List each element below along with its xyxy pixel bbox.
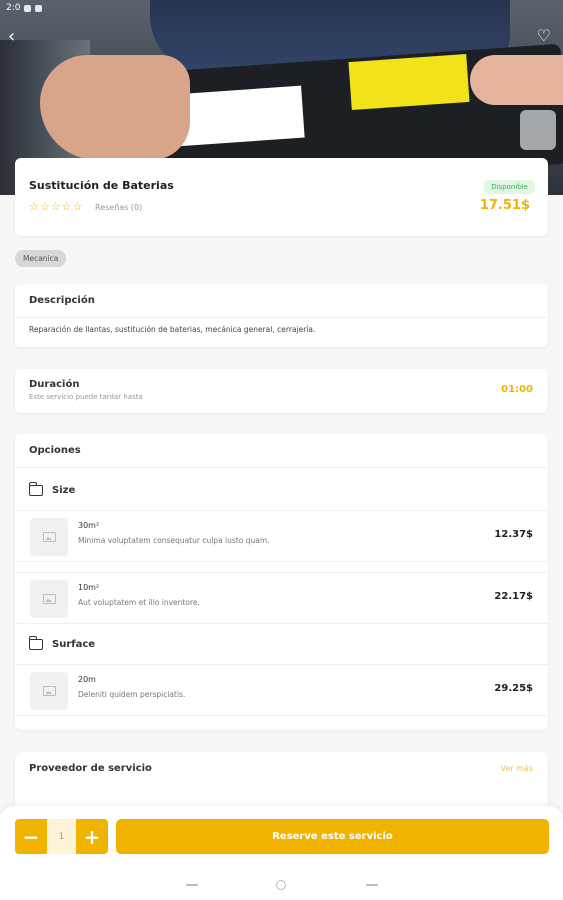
nav-back-icon[interactable] bbox=[186, 884, 198, 886]
battery-terminal bbox=[520, 110, 556, 150]
folder-icon bbox=[28, 482, 43, 496]
option-name: 30m² bbox=[78, 521, 100, 530]
image-placeholder-icon bbox=[30, 672, 68, 710]
service-price: 17.51$ bbox=[479, 198, 530, 213]
description-title: Descripción bbox=[29, 295, 95, 306]
option-price: 12.37$ bbox=[494, 529, 533, 540]
options-title: Opciones bbox=[29, 445, 81, 456]
folder-icon bbox=[28, 636, 43, 650]
option-description: Deleniti quidem perspiciatis. bbox=[78, 690, 186, 699]
description-text: Reparación de llantas, sustitución de ba… bbox=[29, 325, 316, 334]
reserve-button[interactable]: Reserve este servicio bbox=[116, 819, 549, 854]
battery-label-white bbox=[173, 85, 305, 147]
option-description: Minima voluptatem consequatur culpa iust… bbox=[78, 536, 270, 545]
status-bar: 2:0 bbox=[0, 0, 563, 16]
notification-icon bbox=[24, 4, 32, 12]
option-name: 20m bbox=[78, 675, 96, 684]
duration-title: Duración bbox=[29, 379, 80, 390]
option-item[interactable]: 30m² Minima voluptatem consequatur culpa… bbox=[15, 510, 548, 562]
quantity-stepper: − 1 + bbox=[15, 819, 108, 854]
hand-left bbox=[40, 55, 190, 160]
option-item[interactable]: 10m² Aut voluptatem et illo inventore. 2… bbox=[15, 572, 548, 624]
divider bbox=[15, 467, 548, 468]
option-group-surface: Surface bbox=[28, 636, 96, 650]
options-card: Opciones Size 30m² Minima voluptatem con… bbox=[15, 434, 548, 730]
divider bbox=[15, 317, 548, 318]
option-name: 10m² bbox=[78, 583, 100, 592]
option-price: 29.25$ bbox=[494, 683, 533, 694]
status-time: 2:0 bbox=[6, 3, 21, 13]
option-description: Aut voluptatem et illo inventore. bbox=[78, 598, 200, 607]
provider-title: Proveedor de servicio bbox=[29, 763, 152, 774]
reviews-link[interactable]: Reseñas (0) bbox=[95, 203, 142, 212]
image-placeholder-icon bbox=[30, 580, 68, 618]
back-arrow-icon[interactable]: ‹ bbox=[8, 26, 15, 47]
description-card: Descripción Reparación de llantas, susti… bbox=[15, 284, 548, 347]
option-item[interactable]: 20m Deleniti quidem perspiciatis. 29.25$ bbox=[15, 664, 548, 716]
nav-recents-icon[interactable] bbox=[366, 884, 378, 886]
duration-subtitle: Este servicio puede tardar hasta bbox=[29, 393, 143, 401]
availability-badge: Disponible bbox=[484, 180, 535, 194]
booking-bar: − 1 + Reserve este servicio bbox=[0, 806, 563, 900]
notification-icon-2 bbox=[35, 4, 43, 12]
duration-value: 01:00 bbox=[501, 384, 533, 395]
heart-icon[interactable]: ♡ bbox=[537, 26, 551, 45]
see-more-link[interactable]: Ver más bbox=[501, 764, 533, 773]
provider-card: Proveedor de servicio Ver más bbox=[15, 752, 548, 812]
option-group-label: Size bbox=[52, 485, 76, 496]
service-summary-card: Sustitución de Baterias ☆☆☆☆☆ Reseñas (0… bbox=[15, 158, 548, 236]
option-group-label: Surface bbox=[52, 639, 96, 650]
nav-home-icon[interactable] bbox=[276, 880, 286, 890]
duration-card: Duración Este servicio puede tardar hast… bbox=[15, 369, 548, 413]
increment-button[interactable]: + bbox=[76, 819, 108, 854]
rating-stars-icon: ☆☆☆☆☆ bbox=[29, 200, 84, 213]
quantity-value: 1 bbox=[47, 819, 76, 854]
image-placeholder-icon bbox=[30, 518, 68, 556]
option-group-size: Size bbox=[28, 482, 76, 496]
battery-label-yellow bbox=[348, 53, 470, 111]
decrement-button[interactable]: − bbox=[15, 819, 47, 854]
service-name: Sustitución de Baterias bbox=[29, 179, 174, 192]
top-nav: ‹ ♡ bbox=[0, 26, 563, 50]
option-price: 22.17$ bbox=[494, 591, 533, 602]
category-chip[interactable]: Mecanica bbox=[15, 250, 67, 267]
hand-right bbox=[470, 55, 563, 105]
